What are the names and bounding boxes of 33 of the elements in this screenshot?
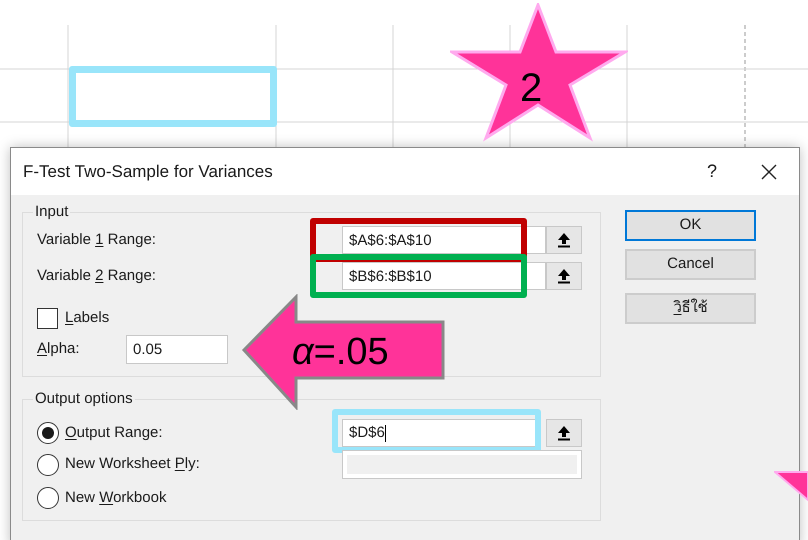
dialog-button[interactable]: Cancel bbox=[625, 249, 756, 280]
output-range-input-field[interactable]: $D$6 bbox=[342, 419, 538, 447]
collapse-dialog-button[interactable] bbox=[546, 419, 582, 447]
upload-arrow-icon bbox=[557, 232, 571, 248]
field-label: Variable 1 Range: bbox=[37, 230, 157, 250]
radio-label: New Workbook bbox=[65, 488, 166, 508]
field-label: Alpha: bbox=[37, 339, 81, 360]
triangle-shape bbox=[774, 470, 808, 502]
close-icon[interactable] bbox=[761, 164, 777, 180]
checkbox[interactable] bbox=[37, 308, 58, 328]
help-button[interactable]: ? bbox=[697, 158, 727, 185]
group-legend: Output options bbox=[33, 390, 135, 408]
collapse-dialog-button[interactable] bbox=[546, 262, 582, 290]
radio-label: New Worksheet Ply: bbox=[65, 454, 200, 474]
range-input-field[interactable]: $A$6:$A$10 bbox=[342, 226, 546, 254]
radio-button[interactable] bbox=[37, 422, 59, 444]
upload-arrow-icon bbox=[557, 425, 571, 441]
checkbox-label: Labels bbox=[65, 308, 110, 328]
dialog-title: F-Test Two-Sample for Variances bbox=[23, 160, 274, 183]
alpha-input-field[interactable]: 0.05 bbox=[126, 335, 228, 364]
upload-arrow-icon bbox=[557, 268, 571, 284]
radio-label: Output Range: bbox=[65, 422, 163, 443]
callout-text: α=.05 bbox=[292, 330, 389, 374]
group-legend: Input bbox=[33, 203, 70, 221]
field-value: $D$6 bbox=[349, 422, 385, 443]
collapse-dialog-button[interactable] bbox=[546, 226, 582, 254]
radio-button[interactable] bbox=[37, 487, 59, 509]
range-input-field[interactable]: $B$6:$B$10 bbox=[342, 262, 546, 290]
radio-button[interactable] bbox=[37, 454, 59, 476]
field-label: Variable 2 Range: bbox=[37, 266, 157, 286]
dialog-button[interactable]: OK bbox=[625, 210, 756, 241]
dialog-button[interactable]: วิธีใช้ bbox=[625, 293, 756, 324]
callout-number: 2 bbox=[520, 66, 542, 110]
